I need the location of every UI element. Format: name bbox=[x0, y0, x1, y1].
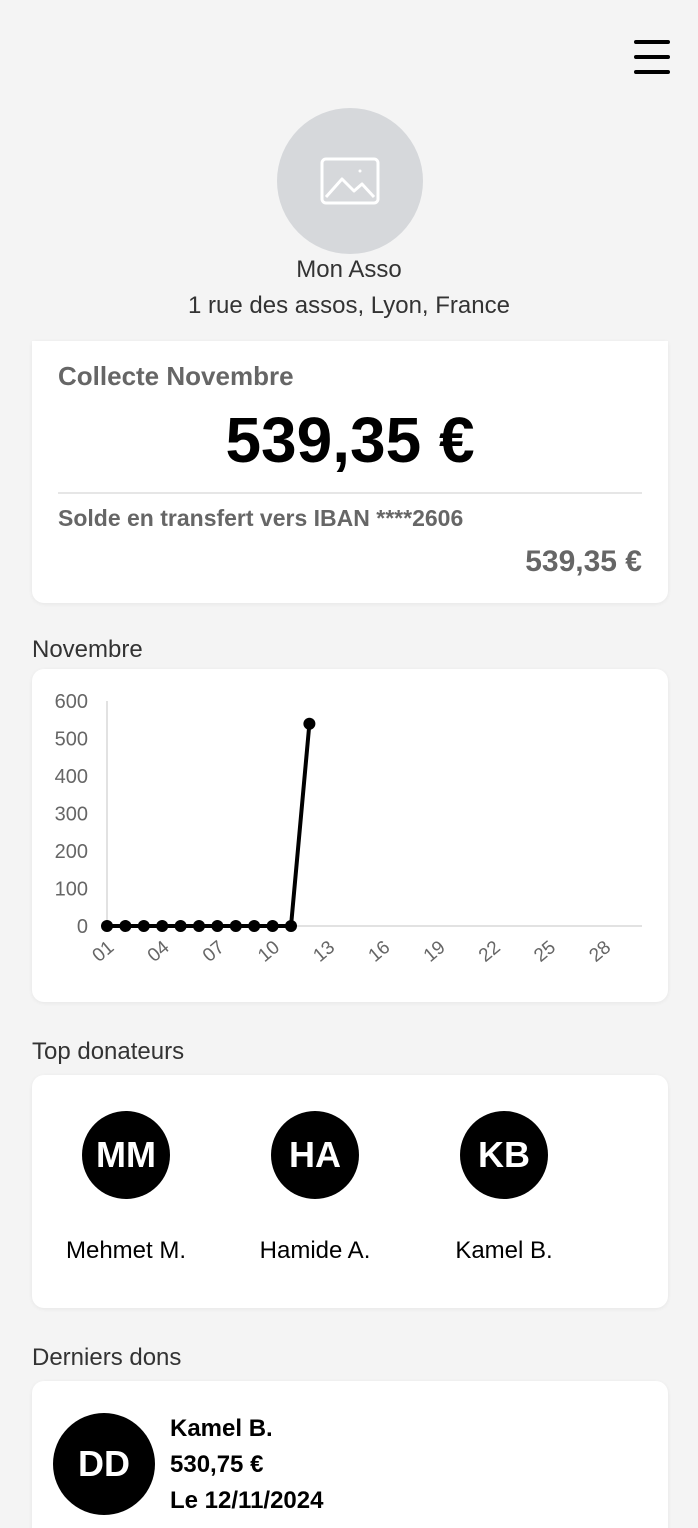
y-tick-label: 500 bbox=[55, 729, 88, 751]
donor-avatar: HA bbox=[271, 1111, 359, 1199]
donor-item[interactable]: MM Mehmet M. bbox=[31, 1111, 221, 1265]
data-point bbox=[137, 920, 150, 932]
x-tick-label: 01 bbox=[89, 937, 119, 967]
organization-logo bbox=[277, 108, 423, 254]
y-tick-label: 400 bbox=[55, 766, 88, 788]
y-tick-label: 600 bbox=[55, 691, 88, 713]
chart-card: 0 100 200 300 400 500 600 01 04 07 10 13 16 19 22 25 28 bbox=[32, 669, 668, 1002]
donor-item[interactable]: HA Hamide A. bbox=[220, 1111, 410, 1265]
donations-line-chart: 0 100 200 300 400 500 600 01 04 07 10 13 16 19 22 25 28 bbox=[55, 691, 642, 967]
x-tick-label: 25 bbox=[530, 937, 560, 967]
y-tick-label: 100 bbox=[55, 879, 88, 901]
donation-amount: 530,75 € bbox=[170, 1451, 264, 1478]
transfer-label: Solde en transfert vers IBAN ****2606 bbox=[58, 505, 464, 531]
collect-card: Collecte Novembre 539,35 € Solde en tran… bbox=[32, 341, 668, 603]
menu-bar bbox=[634, 70, 670, 74]
top-donors-label: Top donateurs bbox=[32, 1038, 185, 1065]
x-tick-label: 16 bbox=[365, 937, 395, 967]
x-tick-label: 13 bbox=[309, 937, 339, 967]
image-placeholder-icon bbox=[320, 157, 380, 205]
collect-title: Collecte Novembre bbox=[58, 361, 294, 391]
collect-amount: 539,35 € bbox=[225, 404, 475, 476]
x-tick-label: 04 bbox=[144, 937, 174, 967]
data-point bbox=[156, 920, 169, 932]
top-donors-card: MM Mehmet M. HA Hamide A. KB Kamel B. bbox=[32, 1075, 668, 1308]
chart-section-label: Novembre bbox=[32, 636, 143, 663]
data-point bbox=[285, 920, 297, 932]
data-point bbox=[303, 717, 316, 730]
hamburger-menu-icon[interactable] bbox=[634, 40, 670, 74]
data-point bbox=[193, 920, 205, 932]
x-tick-label: 22 bbox=[475, 937, 505, 967]
menu-bar bbox=[634, 40, 670, 44]
donation-avatar: DD bbox=[53, 1413, 155, 1515]
data-point bbox=[211, 920, 224, 932]
donation-donor-name: Kamel B. bbox=[170, 1415, 273, 1442]
last-donations-label: Derniers dons bbox=[32, 1344, 182, 1371]
x-tick-label: 07 bbox=[199, 937, 229, 967]
data-point bbox=[119, 920, 132, 932]
donor-name: Mehmet M. bbox=[65, 1237, 187, 1264]
donation-date: Le 12/11/2024 bbox=[170, 1487, 324, 1514]
x-tick-label: 28 bbox=[585, 937, 615, 967]
donor-avatar: MM bbox=[82, 1111, 170, 1199]
data-point bbox=[248, 920, 261, 932]
x-tick-label: 10 bbox=[254, 937, 284, 967]
data-point bbox=[174, 920, 187, 932]
donation-item[interactable]: DD Kamel B. 530,75 € Le 12/11/2024 bbox=[32, 1381, 668, 1528]
x-tick-label: 19 bbox=[420, 937, 450, 967]
y-tick-label: 0 bbox=[77, 916, 88, 938]
y-tick-label: 300 bbox=[55, 804, 88, 826]
donor-name: Hamide A. bbox=[259, 1237, 371, 1264]
organization-address: 1 rue des assos, Lyon, France bbox=[188, 292, 510, 319]
data-point bbox=[229, 920, 242, 932]
series-line bbox=[107, 723, 312, 928]
divider bbox=[58, 492, 642, 494]
transfer-amount: 539,35 € bbox=[525, 545, 642, 578]
menu-bar bbox=[634, 55, 670, 59]
organization-name: Mon Asso bbox=[296, 256, 402, 283]
data-point bbox=[101, 920, 113, 932]
data-point bbox=[266, 920, 279, 932]
y-tick-label: 200 bbox=[55, 841, 88, 863]
donor-item[interactable]: KB Kamel B. bbox=[409, 1111, 599, 1265]
donor-avatar: KB bbox=[460, 1111, 548, 1199]
donor-name: Kamel B. bbox=[455, 1237, 553, 1264]
